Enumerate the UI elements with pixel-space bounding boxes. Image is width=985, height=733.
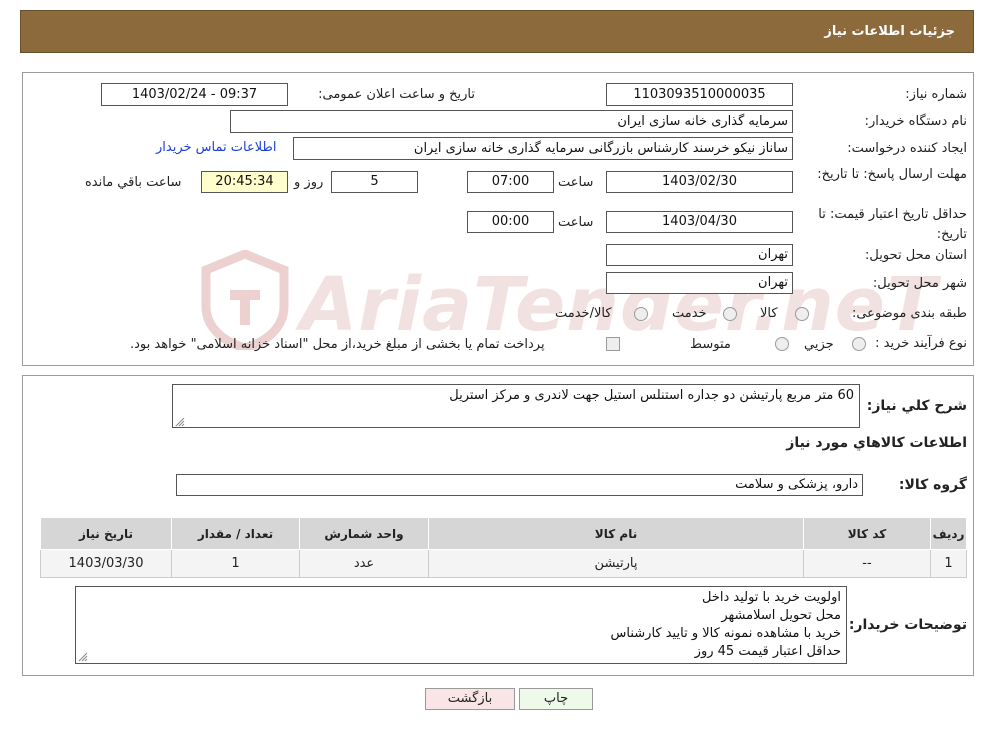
city-field: تهران <box>606 272 793 294</box>
buyer-note-line: محل تحویل اسلامشهر <box>721 608 841 623</box>
buyer-contact-link[interactable]: اطلاعات تماس خریدار <box>156 140 276 155</box>
cell-code: -- <box>803 549 931 578</box>
col-name-header: نام کالا <box>428 517 804 550</box>
category-service-label: خدمت <box>672 306 707 321</box>
cell-date: 1403/03/30 <box>40 549 172 578</box>
category-goods-service-label: کالا/خدمت <box>555 306 612 321</box>
cell-row: 1 <box>930 549 967 578</box>
back-button[interactable]: بازگشت <box>425 688 515 710</box>
deadline-time-label: ساعت <box>558 175 594 190</box>
payment-note: پرداخت تمام یا بخشی از مبلغ خرید،از محل … <box>130 337 545 352</box>
goods-table: رديف کد کالا نام کالا واحد شمارش تعداد /… <box>40 517 967 578</box>
cell-unit: عدد <box>299 549 429 578</box>
buyer-org-field: سرمایه گذاری خانه سازی ایران <box>230 110 793 133</box>
summary-label: شرح کلي نياز: <box>866 398 967 414</box>
deadline-label: مهلت ارسال پاسخ: تا تاریخ: <box>817 167 967 182</box>
buyer-notes-label: توضیحات خریدار: <box>848 617 967 633</box>
category-goods-radio[interactable] <box>795 307 809 321</box>
col-row-header: رديف <box>930 517 967 550</box>
col-date-header: تاريخ نياز <box>40 517 172 550</box>
resize-grip-icon <box>78 651 88 662</box>
col-code-header: کد کالا <box>803 517 931 550</box>
category-label: طبقه بندی موضوعی: <box>851 306 967 321</box>
price-validity-label: حداقل تاریخ اعتبار قیمت: تا تاریخ: <box>818 207 967 242</box>
page-title: جزئیات اطلاعات نیاز <box>824 24 955 39</box>
purchase-medium-radio[interactable] <box>775 337 789 351</box>
deadline-date-field: 1403/02/30 <box>606 171 793 193</box>
cell-qty: 1 <box>171 549 300 578</box>
deadline-time-field: 07:00 <box>467 171 554 193</box>
summary-text: 60 متر مربع پارتیشن دو جداره استنلس استی… <box>449 388 854 403</box>
creator-label: ایجاد کننده درخواست: <box>847 141 967 156</box>
validity-time-label: ساعت <box>558 215 594 230</box>
category-service-radio[interactable] <box>723 307 737 321</box>
buyer-notes-textarea[interactable]: اولویت خرید با تولید داخل محل تحویل اسلا… <box>75 586 847 664</box>
watermark-logo-icon <box>200 249 290 353</box>
table-row: 1 -- پارتیشن عدد 1 1403/03/30 <box>40 549 967 578</box>
goods-group-field: دارو، پزشکی و سلامت <box>176 474 863 496</box>
need-number-field: 1103093510000035 <box>606 83 793 106</box>
purchase-type-label: نوع فرآیند خرید : <box>875 336 967 351</box>
creator-field: ساناز نیکو خرسند کارشناس بازرگانی سرمایه… <box>293 137 793 160</box>
print-button[interactable]: چاپ <box>519 688 593 710</box>
need-number-label: شماره نیاز: <box>905 87 967 102</box>
category-goods-service-radio[interactable] <box>634 307 648 321</box>
buyer-org-label: نام دستگاه خریدار: <box>864 114 967 129</box>
page-header: جزئیات اطلاعات نیاز <box>20 10 974 53</box>
province-label: استان محل تحویل: <box>865 248 967 263</box>
price-validity-time-field: 00:00 <box>467 211 554 233</box>
announce-datetime-field: 1403/02/24 - 09:37 <box>101 83 288 106</box>
goods-section-title: اطلاعات کالاهاي مورد نياز <box>786 435 967 451</box>
province-field: تهران <box>606 244 793 266</box>
purchase-medium-label: متوسط <box>690 337 731 352</box>
category-goods-label: کالا <box>760 306 778 321</box>
price-validity-date-field: 1403/04/30 <box>606 211 793 233</box>
buyer-note-line: خرید با مشاهده نمونه کالا و تایید کارشنا… <box>610 626 841 641</box>
city-label: شهر محل تحویل: <box>872 276 967 291</box>
purchase-minor-radio[interactable] <box>852 337 866 351</box>
buyer-note-line: حداقل اعتبار قیمت 45 روز <box>694 644 841 659</box>
cell-name: پارتیشن <box>428 549 804 578</box>
remaining-time-label: ساعت باقي مانده <box>85 175 182 190</box>
remaining-days-field: 5 <box>331 171 418 193</box>
days-label: روز و <box>294 175 324 190</box>
remaining-time-field: 20:45:34 <box>201 171 288 193</box>
col-unit-header: واحد شمارش <box>299 517 429 550</box>
resize-grip-icon <box>175 416 185 427</box>
purchase-minor-label: جزیي <box>804 337 834 352</box>
col-qty-header: تعداد / مقدار <box>171 517 300 550</box>
announce-datetime-label: تاریخ و ساعت اعلان عمومی: <box>318 87 475 102</box>
goods-group-label: گروه کالا: <box>898 477 967 493</box>
summary-textarea[interactable]: 60 متر مربع پارتیشن دو جداره استنلس استی… <box>172 384 860 428</box>
buyer-note-line: اولویت خرید با تولید داخل <box>701 590 841 605</box>
treasury-bonds-checkbox[interactable] <box>606 337 620 351</box>
